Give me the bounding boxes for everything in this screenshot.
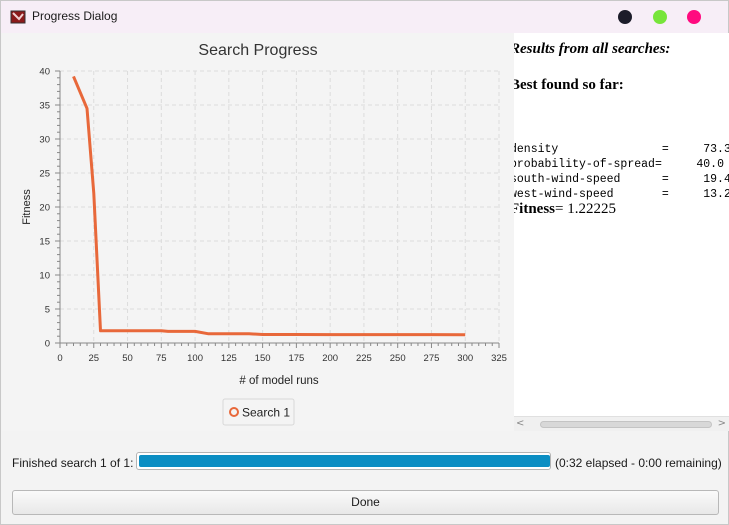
elapsed-time-text: (0:32 elapsed - 0:00 remaining) bbox=[555, 456, 722, 470]
progress-bar-fill bbox=[139, 455, 550, 467]
y-tick-label: 35 bbox=[39, 101, 50, 112]
x-tick-label: 250 bbox=[390, 353, 406, 364]
x-tick-label: 300 bbox=[457, 353, 473, 364]
done-button[interactable]: Done bbox=[12, 490, 719, 515]
x-tick-label: 50 bbox=[122, 353, 133, 364]
title-bar[interactable]: Progress Dialog bbox=[1, 1, 728, 33]
param-equals: = bbox=[654, 173, 704, 186]
y-tick-label: 30 bbox=[39, 135, 50, 146]
scrollbar-thumb[interactable] bbox=[540, 421, 712, 428]
x-tick-label: 0 bbox=[57, 353, 62, 364]
results-heading-best: Best found so far: bbox=[514, 77, 624, 93]
param-name: density bbox=[514, 143, 655, 156]
fitness-readout: Fitness= 1.22225 bbox=[514, 201, 616, 218]
param-equals: = bbox=[654, 158, 697, 171]
param-name: probability-of-spread bbox=[514, 158, 655, 171]
x-tick-label: 75 bbox=[156, 353, 167, 364]
param-value: 19.4 bbox=[703, 173, 729, 186]
progress-dialog-window: Progress Dialog 0 25 50 75 100 125 150 175 200 22… bbox=[0, 0, 729, 525]
x-tick-label: 175 bbox=[288, 353, 304, 364]
close-button[interactable] bbox=[687, 10, 701, 24]
x-tick-label: 275 bbox=[424, 353, 440, 364]
search-progress-bar bbox=[136, 452, 551, 470]
param-value: 40.0 bbox=[696, 158, 724, 171]
scroll-left-icon[interactable]: < bbox=[516, 418, 524, 429]
param-value: 13.2 bbox=[703, 188, 729, 201]
app-logo-icon bbox=[10, 10, 26, 24]
results-heading-all: Results from all searches: bbox=[514, 41, 671, 57]
param-row: south-wind-speed = 19.4 bbox=[514, 173, 729, 186]
chart-title: Search Progress bbox=[198, 42, 317, 59]
search-progress-chart: 0 25 50 75 100 125 150 175 200 225 250 275 300 325 0 5 1… bbox=[2, 33, 514, 431]
param-row: probability-of-spread= 40.0 bbox=[514, 158, 724, 171]
y-tick-label: 15 bbox=[39, 237, 50, 248]
window-title: Progress Dialog bbox=[32, 9, 118, 23]
y-tick-label: 40 bbox=[39, 67, 50, 78]
param-name: west-wind-speed bbox=[514, 188, 655, 201]
scroll-right-icon[interactable]: > bbox=[718, 418, 726, 429]
param-name: south-wind-speed bbox=[514, 173, 655, 186]
param-equals: = bbox=[654, 188, 704, 201]
x-tick-label: 200 bbox=[322, 353, 338, 364]
fitness-label: Fitness bbox=[514, 201, 555, 217]
results-horizontal-scrollbar[interactable]: < > bbox=[514, 416, 729, 431]
param-equals: = bbox=[654, 143, 704, 156]
x-tick-label: 325 bbox=[491, 353, 507, 364]
status-label: Finished search 1 of 1: bbox=[12, 456, 134, 470]
param-row: west-wind-speed = 13.2 bbox=[514, 188, 729, 201]
results-pane[interactable]: Results from all searches: Best found so… bbox=[514, 33, 729, 416]
y-tick-label: 10 bbox=[39, 271, 50, 282]
x-tick-label: 100 bbox=[187, 353, 203, 364]
chart-svg: 0 25 50 75 100 125 150 175 200 225 250 275 300 325 0 5 1… bbox=[21, 42, 507, 426]
minimize-button[interactable] bbox=[618, 10, 632, 24]
legend-entry: Search 1 bbox=[242, 406, 290, 420]
y-tick-label: 25 bbox=[39, 169, 50, 180]
param-row: density = 73.3 bbox=[514, 143, 729, 156]
maximize-button[interactable] bbox=[653, 10, 667, 24]
x-axis-label: # of model runs bbox=[239, 375, 319, 387]
fitness-value: = 1.22225 bbox=[555, 201, 616, 217]
x-tick-label: 25 bbox=[88, 353, 99, 364]
y-axis-label: Fitness bbox=[21, 189, 33, 225]
x-tick-label: 150 bbox=[255, 353, 271, 364]
x-tick-label: 225 bbox=[356, 353, 372, 364]
y-tick-label: 5 bbox=[45, 305, 50, 316]
x-tick-label: 125 bbox=[221, 353, 237, 364]
y-tick-label: 20 bbox=[39, 203, 50, 214]
param-value: 73.3 bbox=[703, 143, 729, 156]
y-tick-label: 0 bbox=[45, 339, 50, 350]
